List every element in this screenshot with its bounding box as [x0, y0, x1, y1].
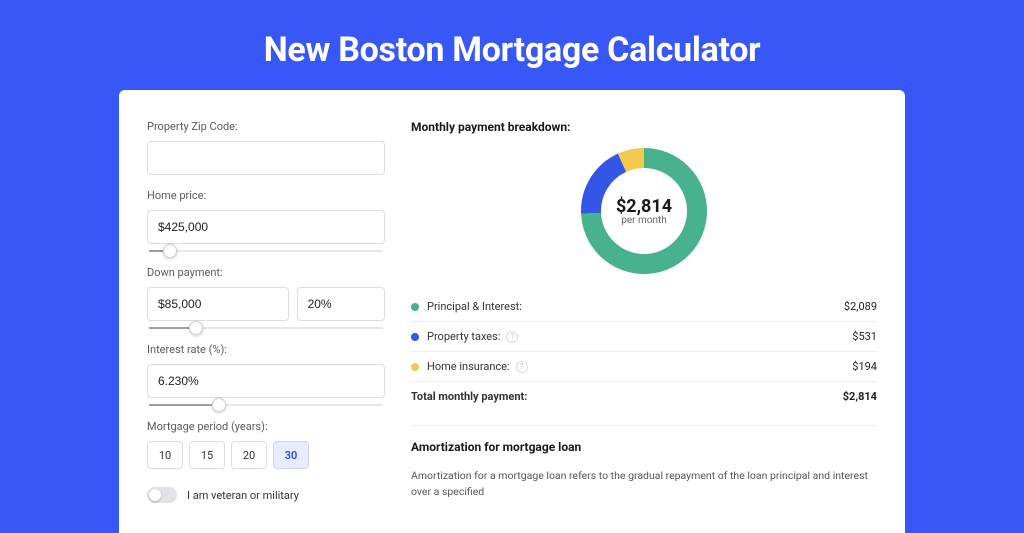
- breakdown-value: $2,089: [844, 300, 877, 313]
- home-price-input[interactable]: [147, 210, 385, 244]
- legend-dot-icon: [411, 303, 419, 311]
- veteran-label: I am veteran or military: [187, 489, 299, 502]
- breakdown-row: Home insurance:? $194: [411, 352, 877, 382]
- breakdown-row: Principal & Interest: $2,089: [411, 292, 877, 322]
- home-price-label: Home price:: [147, 189, 385, 202]
- help-icon[interactable]: ?: [506, 331, 518, 343]
- breakdown-title: Monthly payment breakdown:: [411, 120, 877, 134]
- interest-rate-slider[interactable]: [149, 404, 383, 406]
- breakdown-row: Property taxes:? $531: [411, 322, 877, 352]
- veteran-toggle-row: I am veteran or military: [147, 487, 385, 503]
- down-payment-pct-input[interactable]: [297, 287, 385, 321]
- period-option-15[interactable]: 15: [189, 441, 225, 469]
- hero: New Boston Mortgage Calculator: [0, 0, 1024, 90]
- slider-thumb-icon[interactable]: [212, 398, 226, 412]
- period-option-20[interactable]: 20: [231, 441, 267, 469]
- zip-input[interactable]: [147, 141, 385, 175]
- slider-thumb-icon[interactable]: [189, 321, 203, 335]
- field-periods: Mortgage period (years): 10152030: [147, 420, 385, 469]
- period-option-30[interactable]: 30: [273, 441, 309, 469]
- amort-body: Amortization for a mortgage loan refers …: [411, 468, 877, 500]
- results-panel: Monthly payment breakdown: $2,814 per mo…: [411, 120, 877, 503]
- breakdown-label: Principal & Interest:: [427, 300, 522, 313]
- field-down-payment: Down payment:: [147, 266, 385, 329]
- down-payment-amount-input[interactable]: [147, 287, 289, 321]
- field-home-price: Home price:: [147, 189, 385, 252]
- field-interest-rate: Interest rate (%):: [147, 343, 385, 406]
- legend-dot-icon: [411, 333, 419, 341]
- breakdown-value: $531: [852, 330, 877, 343]
- inputs-panel: Property Zip Code: Home price: Down paym…: [147, 120, 385, 503]
- interest-rate-label: Interest rate (%):: [147, 343, 385, 356]
- donut-chart-wrap: $2,814 per month: [411, 148, 877, 274]
- donut-center: $2,814 per month: [616, 196, 672, 226]
- down-payment-label: Down payment:: [147, 266, 385, 279]
- total-label: Total monthly payment:: [411, 390, 527, 403]
- interest-rate-input[interactable]: [147, 364, 385, 398]
- veteran-toggle[interactable]: [147, 487, 177, 503]
- breakdown-value: $194: [852, 360, 877, 373]
- amortization-section: Amortization for mortgage loan Amortizat…: [411, 425, 877, 500]
- field-zip: Property Zip Code:: [147, 120, 385, 175]
- amort-title: Amortization for mortgage loan: [411, 440, 877, 454]
- periods-group: 10152030: [147, 441, 385, 469]
- zip-label: Property Zip Code:: [147, 120, 385, 133]
- calculator-card: Property Zip Code: Home price: Down paym…: [119, 90, 905, 533]
- periods-label: Mortgage period (years):: [147, 420, 385, 433]
- down-payment-slider[interactable]: [149, 327, 383, 329]
- donut-chart: $2,814 per month: [581, 148, 707, 274]
- breakdown-label: Property taxes:: [427, 330, 500, 343]
- home-price-slider[interactable]: [149, 250, 383, 252]
- breakdown-list: Principal & Interest: $2,089 Property taxe…: [411, 292, 877, 411]
- total-row: Total monthly payment: $2,814: [411, 382, 877, 411]
- legend-dot-icon: [411, 363, 419, 371]
- toggle-knob-icon: [149, 489, 161, 501]
- donut-value: $2,814: [616, 196, 672, 217]
- donut-sub: per month: [616, 215, 672, 226]
- help-icon[interactable]: ?: [516, 361, 528, 373]
- period-option-10[interactable]: 10: [147, 441, 183, 469]
- slider-thumb-icon[interactable]: [163, 244, 177, 258]
- breakdown-label: Home insurance:: [427, 360, 510, 373]
- total-value: $2,814: [843, 390, 877, 403]
- page-title: New Boston Mortgage Calculator: [0, 30, 1024, 70]
